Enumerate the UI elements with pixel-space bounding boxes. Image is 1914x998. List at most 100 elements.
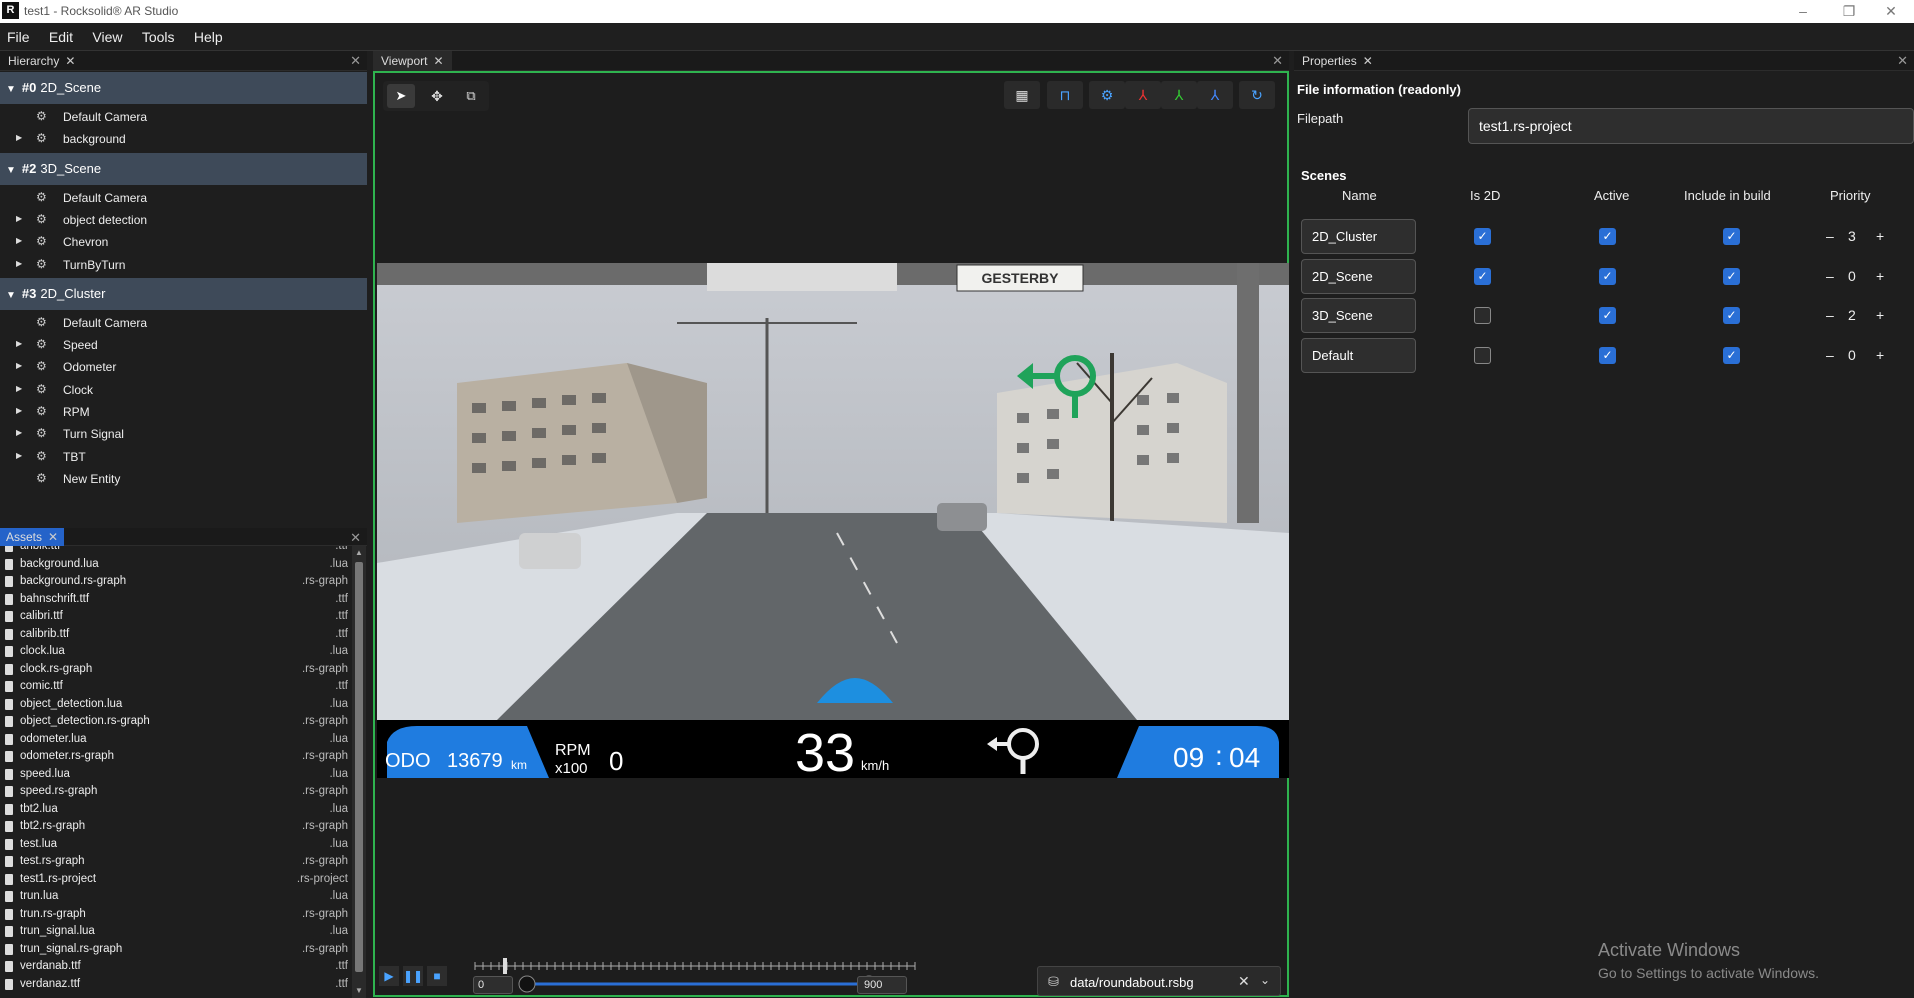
close-window-icon[interactable]: ✕ xyxy=(1868,0,1914,23)
close-tab-icon[interactable]: ✕ xyxy=(433,54,443,68)
scene-name-button[interactable]: 3D_Scene xyxy=(1301,298,1416,333)
play-icon[interactable]: ▶ xyxy=(379,966,399,986)
scene-name-button[interactable]: Default xyxy=(1301,337,1416,373)
asset-row[interactable]: trun_signal.rs-graph .rs-graph xyxy=(0,941,350,959)
menu-tools[interactable]: Tools xyxy=(135,23,184,45)
tab-assets[interactable]: Assets ✕ xyxy=(0,528,65,546)
assets-scrollbar[interactable]: ▲ ▼ xyxy=(352,546,366,998)
active-checkbox[interactable]: ✓ xyxy=(1599,346,1616,364)
entity-node[interactable]: ▶ ⚙ Odometer xyxy=(0,356,367,378)
axis-red-icon[interactable]: ⅄ xyxy=(1125,81,1161,109)
close-tab-icon[interactable]: ✕ xyxy=(65,54,75,68)
gear-icon[interactable]: ⚙ xyxy=(1089,81,1125,109)
asset-row[interactable]: object_detection.rs-graph .rs-graph xyxy=(0,713,350,731)
scene-name-button[interactable]: 2D_Scene xyxy=(1301,258,1416,294)
asset-row[interactable]: background.rs-graph .rs-graph xyxy=(0,573,350,591)
priority-decrement-button[interactable]: – xyxy=(1826,307,1834,323)
entity-node[interactable]: ⚙ Default Camera xyxy=(0,187,367,209)
active-checkbox[interactable]: ✓ xyxy=(1599,228,1616,245)
is-2d-checkbox[interactable]: ✓ xyxy=(1474,267,1491,285)
viewport-canvas[interactable]: ➤ ✥ ⧉ ▦ ⊓ ⚙ ⅄ ⅄ ⅄ ↻ GESTERBY ODO 13679 k… xyxy=(373,71,1289,997)
clear-file-icon[interactable]: ✕ xyxy=(1238,973,1250,990)
asset-row[interactable]: verdanab.ttf .ttf xyxy=(0,958,350,976)
entity-node[interactable]: ▶ ⚙ TurnByTurn xyxy=(0,254,367,276)
range-start-field[interactable]: 0 xyxy=(473,976,513,994)
stop-icon[interactable]: ■ xyxy=(427,966,447,986)
tab-hierarchy[interactable]: Hierarchy ✕ xyxy=(0,51,83,71)
expand-arrow-icon[interactable]: ▼ xyxy=(6,84,16,95)
entity-node[interactable]: ▶ ⚙ Clock xyxy=(0,379,367,401)
include-build-checkbox[interactable]: ✓ xyxy=(1723,228,1740,245)
entity-node[interactable]: ⚙ Default Camera xyxy=(0,312,367,334)
tab-properties[interactable]: Properties ✕ xyxy=(1294,51,1381,71)
close-panel-icon[interactable]: ✕ xyxy=(1272,53,1283,69)
priority-increment-button[interactable]: + xyxy=(1876,307,1884,323)
priority-decrement-button[interactable]: – xyxy=(1826,228,1834,244)
asset-row[interactable]: calibri.ttf .ttf xyxy=(0,608,350,626)
asset-row[interactable]: speed.rs-graph .rs-graph xyxy=(0,783,350,801)
asset-row[interactable]: clock.rs-graph .rs-graph xyxy=(0,661,350,679)
menu-edit[interactable]: Edit xyxy=(42,23,82,45)
entity-node[interactable]: ▶ ⚙ TBT xyxy=(0,446,367,468)
close-panel-icon[interactable]: ✕ xyxy=(350,53,361,69)
asset-row[interactable]: trun.rs-graph .rs-graph xyxy=(0,906,350,924)
menu-view[interactable]: View xyxy=(85,23,131,45)
restore-icon[interactable]: ❐ xyxy=(1826,0,1872,23)
menu-file[interactable]: File xyxy=(0,23,39,45)
axis-green-icon[interactable]: ⅄ xyxy=(1161,81,1197,109)
is-2d-checkbox[interactable] xyxy=(1474,307,1491,324)
scene-node[interactable]: ▼ #2 3D_Scene xyxy=(0,152,367,185)
entity-node[interactable]: ▶ ⚙ object detection xyxy=(0,209,367,231)
scale-icon[interactable]: ⧉ xyxy=(457,84,485,108)
range-end-field[interactable]: 900 xyxy=(857,976,907,994)
include-build-checkbox[interactable]: ✓ xyxy=(1723,267,1740,285)
expand-arrow-icon[interactable]: ▼ xyxy=(6,165,16,176)
scene-node[interactable]: ▼ #0 2D_Scene xyxy=(0,72,367,104)
expand-arrow-icon[interactable]: ▶ xyxy=(16,236,22,245)
expand-arrow-icon[interactable]: ▶ xyxy=(16,451,22,460)
scroll-up-icon[interactable]: ▲ xyxy=(355,548,363,557)
scroll-down-icon[interactable]: ▼ xyxy=(355,986,363,995)
entity-node[interactable]: ▶ ⚙ Speed xyxy=(0,334,367,356)
entity-node[interactable]: ▶ ⚙ Turn Signal xyxy=(0,423,367,445)
priority-increment-button[interactable]: + xyxy=(1876,268,1884,284)
include-build-checkbox[interactable]: ✓ xyxy=(1723,307,1740,324)
active-checkbox[interactable]: ✓ xyxy=(1599,267,1616,285)
asset-row[interactable]: object_detection.lua .lua xyxy=(0,696,350,714)
asset-row[interactable]: ariblk.ttf .ttf xyxy=(0,546,350,556)
close-tab-icon[interactable]: ✕ xyxy=(1363,54,1373,68)
scroll-thumb[interactable] xyxy=(355,562,363,972)
priority-decrement-button[interactable]: – xyxy=(1826,268,1834,284)
expand-arrow-icon[interactable]: ▶ xyxy=(16,428,22,437)
asset-row[interactable]: clock.lua .lua xyxy=(0,643,350,661)
filepath-field[interactable]: test1.rs-project xyxy=(1468,108,1914,144)
is-2d-checkbox[interactable]: ✓ xyxy=(1474,228,1491,245)
asset-row[interactable]: test.lua .lua xyxy=(0,836,350,854)
asset-row[interactable]: test1.rs-project .rs-project xyxy=(0,871,350,889)
expand-arrow-icon[interactable]: ▶ xyxy=(16,406,22,415)
expand-arrow-icon[interactable]: ▶ xyxy=(16,133,22,142)
priority-decrement-button[interactable]: – xyxy=(1826,347,1834,363)
playhead[interactable] xyxy=(503,958,507,974)
asset-row[interactable]: background.lua .lua xyxy=(0,556,350,574)
asset-row[interactable]: trun_signal.lua .lua xyxy=(0,923,350,941)
scene-name-button[interactable]: 2D_Cluster xyxy=(1301,219,1416,254)
close-panel-icon[interactable]: ✕ xyxy=(350,530,361,546)
ruler-icon[interactable]: ⊓ xyxy=(1047,81,1083,109)
priority-increment-button[interactable]: + xyxy=(1876,347,1884,363)
menu-help[interactable]: Help xyxy=(187,23,232,45)
close-tab-icon[interactable]: ✕ xyxy=(48,530,58,544)
asset-row[interactable]: tbt2.rs-graph .rs-graph xyxy=(0,818,350,836)
include-build-checkbox[interactable]: ✓ xyxy=(1723,346,1740,364)
is-2d-checkbox[interactable] xyxy=(1474,346,1491,364)
expand-arrow-icon[interactable]: ▶ xyxy=(16,361,22,370)
expand-arrow-icon[interactable]: ▶ xyxy=(16,259,22,268)
asset-row[interactable]: comic.ttf .ttf xyxy=(0,678,350,696)
asset-row[interactable]: verdanaz.ttf .ttf xyxy=(0,976,350,994)
expand-arrow-icon[interactable]: ▶ xyxy=(16,214,22,223)
axis-blue-icon[interactable]: ⅄ xyxy=(1197,81,1233,109)
asset-row[interactable]: bahnschrift.ttf .ttf xyxy=(0,591,350,609)
entity-node[interactable]: ⚙ New Entity xyxy=(0,468,367,490)
expand-arrow-icon[interactable]: ▶ xyxy=(16,384,22,393)
select-cursor-icon[interactable]: ➤ xyxy=(387,84,415,108)
